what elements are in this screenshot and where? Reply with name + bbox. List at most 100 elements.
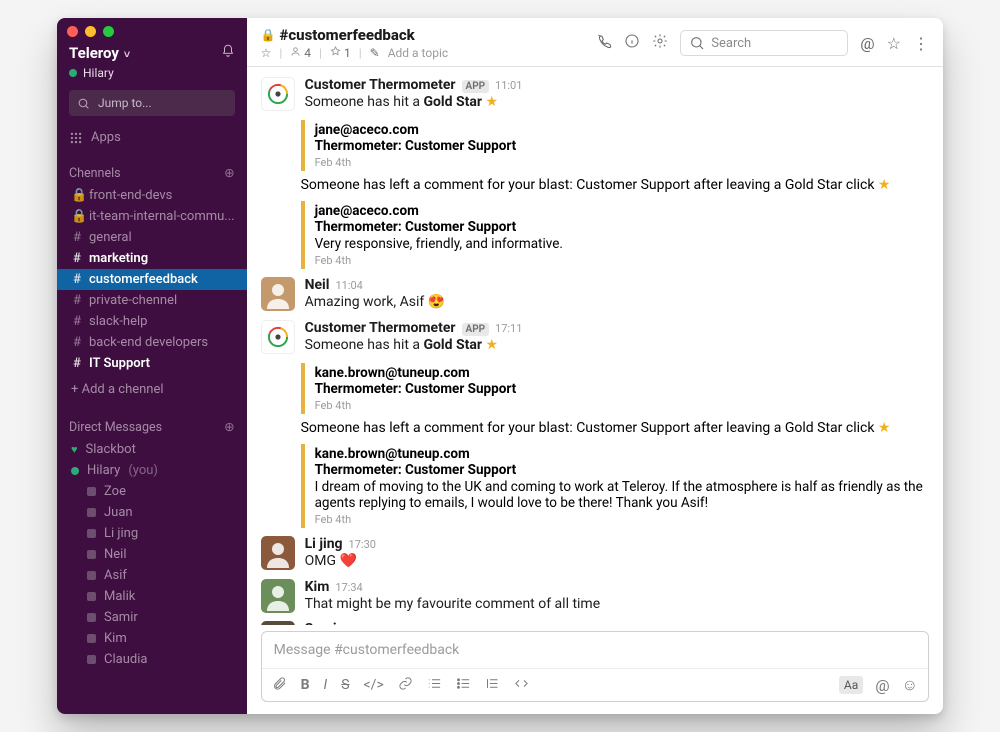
star-icon: ★ (485, 94, 498, 110)
workspace-name: Teleroy (69, 44, 119, 62)
quote-date: Feb 4th (315, 254, 923, 267)
hash-icon: # (71, 314, 83, 329)
code-block-button[interactable] (514, 676, 529, 695)
italic-button[interactable]: I (324, 677, 328, 693)
sidebar-dm[interactable]: Hilary (you) (57, 460, 247, 481)
sidebar-dm[interactable]: Claudia (57, 649, 247, 670)
apps-row[interactable]: Apps (57, 122, 247, 153)
sidebar-channel[interactable]: #marketing (57, 248, 247, 269)
more-icon[interactable]: ⋮ (913, 34, 929, 53)
info-icon[interactable] (624, 33, 640, 53)
phone-icon[interactable] (596, 33, 612, 53)
quote-date: Feb 4th (315, 513, 923, 526)
presence-row: Hilary (69, 66, 235, 80)
channel-label: private-chennel (89, 293, 177, 308)
timestamp: 17:45 (348, 623, 375, 625)
sidebar-channel[interactable]: #general (57, 227, 247, 248)
sender-name: Li jing (305, 536, 343, 552)
message: Samir17:45This is the sweetest piece of … (257, 617, 933, 625)
formatting-toggle[interactable]: Aa (839, 676, 863, 694)
sender-name: Samir (305, 621, 342, 625)
mentions-icon[interactable]: @ (860, 34, 874, 53)
sidebar-channel[interactable]: 🔒it-team-internal-commu... (57, 206, 247, 227)
hash-icon: # (71, 230, 83, 245)
mention-button[interactable]: @ (875, 676, 889, 695)
hash-icon: # (71, 293, 83, 308)
presence-square-icon (87, 634, 96, 643)
star-icon: ★ (878, 177, 891, 193)
add-dm-icon[interactable]: ⊕ (224, 419, 234, 435)
search-input[interactable]: Search (680, 30, 848, 56)
sidebar-channel[interactable]: #IT Support (57, 353, 247, 374)
code-button[interactable]: </> (364, 677, 384, 693)
quote-date: Feb 4th (315, 399, 923, 412)
quote-subject: Thermometer: Customer Support (315, 462, 923, 478)
heart-icon: ♥ (71, 443, 78, 456)
workspace-switcher[interactable]: Teleroy ˅ (69, 44, 235, 62)
sidebar-dm[interactable]: Juan (57, 502, 247, 523)
search-icon (77, 97, 90, 110)
gear-icon[interactable] (652, 33, 668, 53)
timestamp: 17:30 (349, 538, 376, 551)
channel-title[interactable]: 🔒 #customerfeedback (261, 26, 449, 44)
quote-block: kane.brown@tuneup.comThermometer: Custom… (301, 363, 933, 414)
bell-icon[interactable] (221, 44, 235, 62)
hash-icon: # (71, 335, 83, 350)
sidebar-channel[interactable]: #customerfeedback (57, 269, 247, 290)
star-icon[interactable]: ☆ (887, 34, 901, 53)
emoji-button[interactable]: ☺ (902, 675, 918, 695)
close-window-button[interactable] (67, 26, 78, 37)
timestamp: 11:04 (335, 279, 362, 292)
presence-dot-icon (71, 467, 79, 475)
sidebar-channel[interactable]: # back-end developers (57, 332, 247, 353)
message: Kim17:34That might be my favourite comme… (257, 575, 933, 618)
sidebar-channel[interactable]: #slack-help (57, 311, 247, 332)
member-count[interactable]: 4 (290, 46, 311, 60)
message: Customer ThermometerAPP11:01Someone has … (257, 73, 933, 116)
main-panel: 🔒 #customerfeedback ☆ | 4 | 1 | ✎ Add a … (247, 18, 943, 714)
sidebar-channel[interactable]: 🔒front-end-devs (57, 185, 247, 206)
sidebar-dm[interactable]: Malik (57, 586, 247, 607)
sidebar-dm[interactable]: ♥ Slackbot (57, 439, 247, 460)
quote-from: jane@aceco.com (315, 122, 923, 138)
dm-label: Asif (104, 568, 127, 583)
presence-square-icon (87, 508, 96, 517)
current-user-name: Hilary (83, 66, 114, 80)
timestamp: 11:01 (495, 79, 522, 92)
app-avatar (261, 77, 295, 111)
ordered-list-button[interactable] (427, 676, 442, 695)
app-badge: APP (462, 323, 490, 336)
maximize-window-button[interactable] (103, 26, 114, 37)
quote-block: kane.brown@tuneup.comThermometer: Custom… (301, 444, 933, 528)
link-button[interactable] (398, 676, 413, 695)
attachment-icon[interactable] (272, 676, 287, 695)
message-input[interactable]: Message #customerfeedback (262, 632, 928, 668)
add-channel-link[interactable]: + Add a chennel (57, 374, 247, 405)
strike-button[interactable]: S (341, 677, 349, 693)
add-channel-icon[interactable]: ⊕ (224, 165, 234, 181)
sidebar-dm[interactable]: Neil (57, 544, 247, 565)
sidebar-dm[interactable]: Kim (57, 628, 247, 649)
bold-button[interactable]: B (301, 677, 310, 693)
star-channel-icon[interactable]: ☆ (261, 46, 272, 60)
sidebar-dm[interactable]: Li jing (57, 523, 247, 544)
channel-label: back-end developers (89, 335, 208, 350)
pin-count[interactable]: 1 (330, 46, 351, 60)
sidebar-dm[interactable]: Samir (57, 607, 247, 628)
quote-button[interactable] (485, 676, 500, 695)
add-topic-link[interactable]: Add a topic (388, 46, 448, 60)
dm-label: Slackbot (86, 442, 136, 457)
quote-body: Very responsive, friendly, and informati… (315, 236, 923, 252)
dm-label: Li jing (104, 526, 138, 541)
message: Neil11:04Amazing work, Asif 😍 (257, 273, 933, 316)
star-icon: ★ (878, 420, 891, 436)
edit-icon: ✎ (370, 46, 380, 60)
sidebar-dm[interactable]: Asif (57, 565, 247, 586)
minimize-window-button[interactable] (85, 26, 96, 37)
quote-subject: Thermometer: Customer Support (315, 138, 923, 154)
sidebar-dm[interactable]: Zoe (57, 481, 247, 502)
bullet-list-button[interactable] (456, 676, 471, 695)
jump-to-input[interactable]: Jump to... (69, 90, 235, 116)
quote-from: kane.brown@tuneup.com (315, 446, 923, 462)
sidebar-channel[interactable]: # private-chennel (57, 290, 247, 311)
